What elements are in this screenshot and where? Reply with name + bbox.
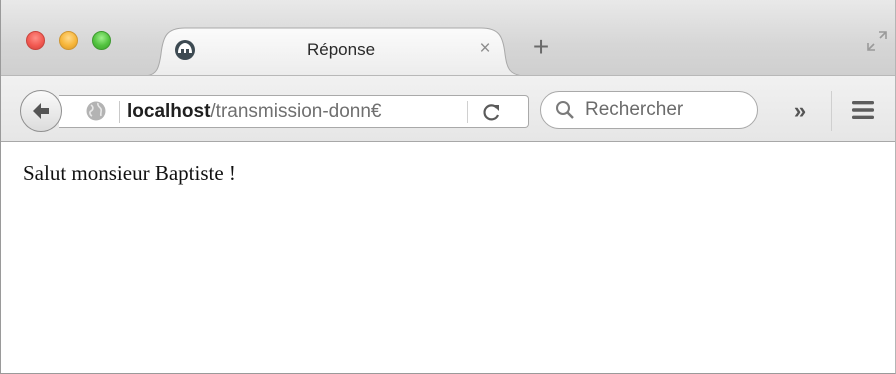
search-bar[interactable]: Rechercher xyxy=(540,91,758,129)
tab-close-icon[interactable]: × xyxy=(473,37,497,61)
search-icon xyxy=(555,100,575,120)
browser-window: Réponse × + localhost/transmission-donn€ xyxy=(0,0,896,374)
globe-icon xyxy=(85,100,107,122)
back-arrow-icon xyxy=(33,103,49,119)
page-text: Salut monsieur Baptiste ! xyxy=(23,161,236,185)
fullscreen-icon[interactable] xyxy=(865,29,889,53)
search-input[interactable]: Rechercher xyxy=(585,98,683,122)
reload-icon[interactable] xyxy=(481,101,503,123)
navigation-toolbar: localhost/transmission-donn€ Rechercher … xyxy=(1,75,895,142)
title-bar: Réponse × + xyxy=(1,0,895,76)
url-separator xyxy=(119,101,120,123)
menu-hamburger-icon[interactable] xyxy=(850,99,876,121)
new-tab-button[interactable]: + xyxy=(529,33,553,61)
page-content: Salut monsieur Baptiste ! xyxy=(1,142,895,373)
window-close-button[interactable] xyxy=(26,31,45,50)
back-button[interactable] xyxy=(20,90,62,132)
url-host: localhost xyxy=(127,101,211,122)
toolbar-overflow-button[interactable]: » xyxy=(787,99,813,123)
url-path: /transmission-donn€ xyxy=(210,101,382,122)
tab-title: Réponse xyxy=(306,40,376,59)
firefox-default-favicon-icon xyxy=(173,38,197,62)
toolbar-separator xyxy=(831,91,832,131)
window-minimize-button[interactable] xyxy=(59,31,78,50)
url-bar[interactable]: localhost/transmission-donn€ xyxy=(59,95,529,128)
tab-reponse[interactable]: Réponse × xyxy=(143,24,527,76)
reload-separator xyxy=(467,101,468,123)
window-zoom-button[interactable] xyxy=(92,31,111,50)
url-text[interactable]: localhost/transmission-donn€ xyxy=(127,99,467,125)
